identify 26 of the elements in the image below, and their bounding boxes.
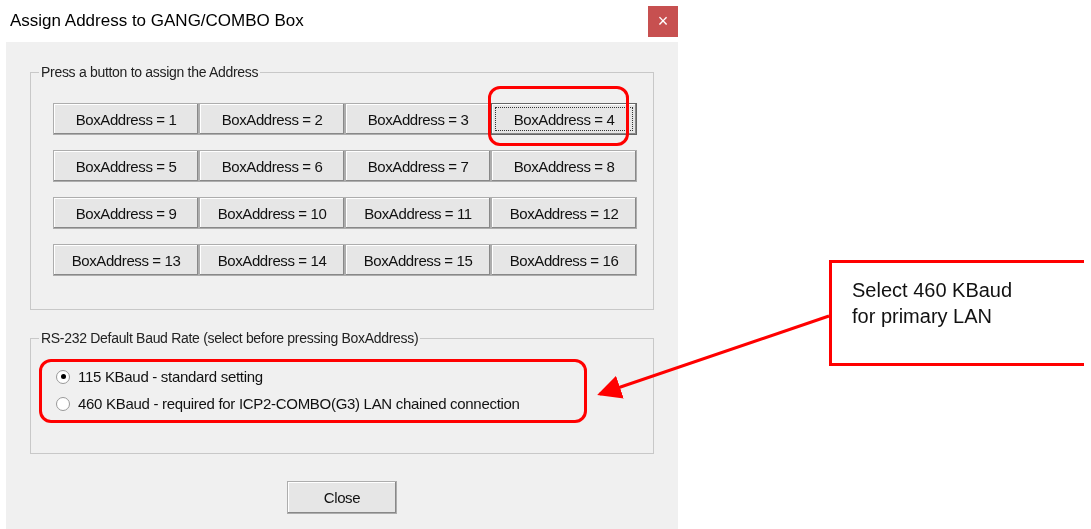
address-button[interactable]: BoxAddress = 16 — [491, 244, 637, 276]
address-button[interactable]: BoxAddress = 2 — [199, 103, 345, 135]
group-title: RS-232 Default Baud Rate (select before pressing BoxAddress) — [39, 330, 421, 346]
address-button[interactable]: BoxAddress = 14 — [199, 244, 345, 276]
radio-label[interactable]: 115 KBaud - standard setting — [78, 368, 263, 385]
radio-label[interactable]: 460 KBaud - required for ICP2-COMBO(G3) LAN chained connection — [78, 395, 520, 412]
close-button[interactable]: Close — [287, 481, 397, 514]
group-title: Press a button to assign the Address — [39, 64, 261, 80]
address-button[interactable]: BoxAddress = 11 — [345, 197, 491, 229]
address-button[interactable]: BoxAddress = 5 — [53, 150, 199, 182]
address-button[interactable]: BoxAddress = 15 — [345, 244, 491, 276]
address-button[interactable]: BoxAddress = 10 — [199, 197, 345, 229]
address-button[interactable]: BoxAddress = 7 — [345, 150, 491, 182]
address-button[interactable]: BoxAddress = 6 — [199, 150, 345, 182]
radio-button[interactable] — [56, 396, 70, 411]
window-title: Assign Address to GANG/COMBO Box — [10, 11, 304, 31]
address-button[interactable]: BoxAddress = 3 — [345, 103, 491, 135]
callout-text: Select 460 KBaud for primary LAN — [852, 278, 1014, 329]
radio-button[interactable] — [56, 369, 70, 384]
close-button[interactable]: × — [648, 5, 678, 37]
address-button[interactable]: BoxAddress = 1 — [53, 103, 199, 135]
address-button[interactable]: BoxAddress = 8 — [491, 150, 637, 182]
address-button[interactable]: BoxAddress = 12 — [491, 197, 637, 229]
address-button[interactable]: BoxAddress = 13 — [53, 244, 199, 276]
address-button[interactable]: BoxAddress = 9 — [53, 197, 199, 229]
address-button[interactable]: BoxAddress = 4 — [491, 103, 637, 135]
